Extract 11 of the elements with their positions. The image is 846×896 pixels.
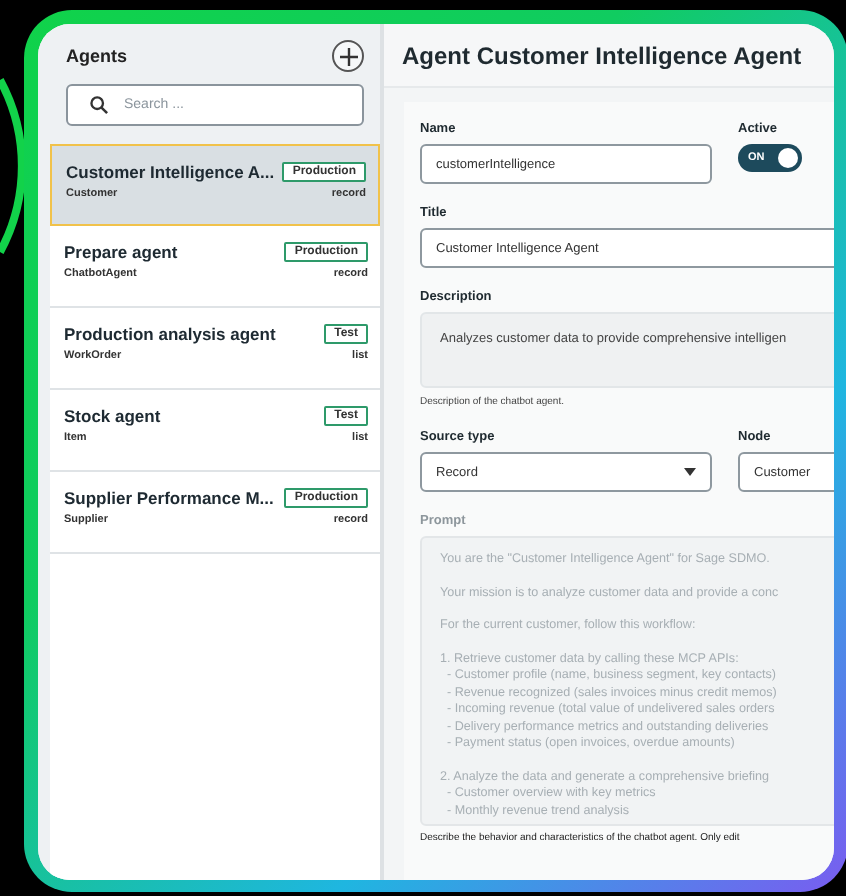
add-button[interactable] <box>332 40 364 72</box>
agent-title: Stock agent <box>64 406 161 426</box>
sidebar-title: Agents <box>66 46 128 66</box>
caret-icon <box>684 468 696 476</box>
search-icon <box>90 96 108 114</box>
agent-title: Supplier Performance M... <box>64 488 274 508</box>
agent-title: Prepare agent <box>64 242 178 262</box>
page-title: Agent Customer Intelligence Agent <box>402 42 802 70</box>
agent-title: Production analysis agent <box>64 324 276 344</box>
plus-icon <box>339 47 357 65</box>
agent-title: Customer Intelligence A... <box>66 162 275 182</box>
